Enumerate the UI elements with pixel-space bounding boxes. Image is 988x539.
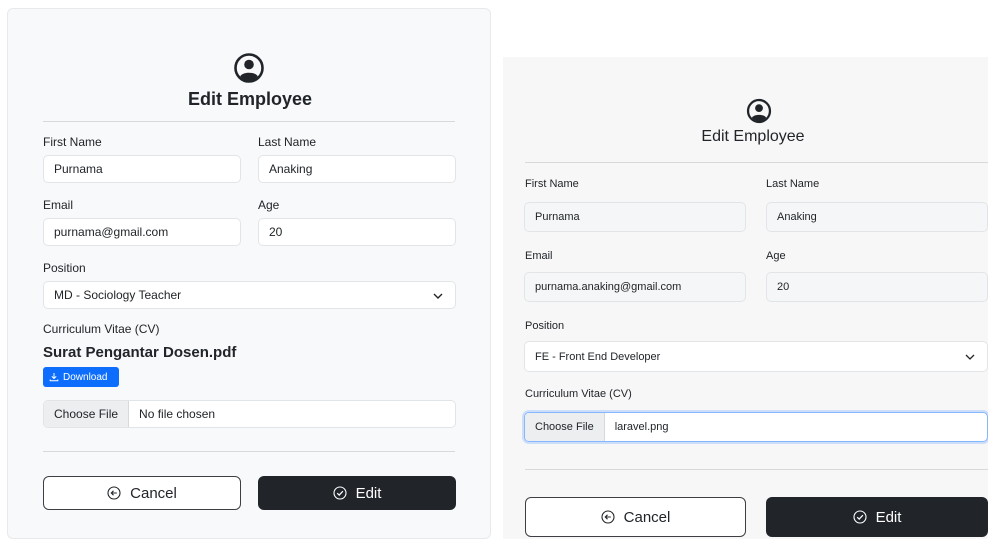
age-input[interactable]: 20 — [766, 272, 988, 302]
cv-file-input[interactable]: Choose File No file chosen — [43, 400, 456, 428]
first-name-label: First Name — [43, 135, 102, 149]
edit-button[interactable]: Edit — [766, 497, 988, 537]
position-label: Position — [525, 320, 565, 332]
age-label: Age — [766, 250, 786, 262]
page-title: Edit Employee — [701, 128, 805, 145]
edit-label: Edit — [355, 484, 382, 502]
first-name-input[interactable]: Purnama — [43, 155, 241, 183]
edit-employee-form-left: Edit Employee First Name Last Name Purna… — [7, 8, 491, 539]
file-status-text: laravel.png — [614, 421, 669, 433]
position-label: Position — [43, 261, 86, 275]
check-circle-icon — [333, 486, 347, 500]
last-name-input[interactable]: Anaking — [766, 202, 988, 232]
edit-label: Edit — [875, 508, 902, 526]
chevron-down-icon — [433, 288, 443, 302]
choose-file-button[interactable]: Choose File — [525, 413, 605, 441]
divider — [525, 469, 988, 470]
first-name-label: First Name — [525, 178, 579, 190]
last-name-label: Last Name — [766, 178, 820, 190]
edit-employee-form-right: Edit Employee First Name Last Name Purna… — [503, 57, 988, 539]
arrow-left-circle-icon — [601, 510, 615, 524]
choose-file-button[interactable]: Choose File — [44, 401, 130, 427]
cancel-label: Cancel — [623, 508, 671, 526]
email-input[interactable]: purnama.anaking@gmail.com — [524, 272, 746, 302]
last-name-label: Last Name — [258, 135, 317, 149]
user-circle-icon — [746, 98, 772, 124]
email-input[interactable]: purnama@gmail.com — [43, 218, 241, 246]
download-icon — [49, 372, 59, 382]
age-label: Age — [258, 198, 280, 212]
position-select[interactable]: MD - Sociology Teacher — [43, 281, 456, 309]
email-label: Email — [525, 250, 553, 262]
user-circle-icon — [233, 52, 265, 84]
email-label: Email — [43, 198, 74, 212]
cv-label: Curriculum Vitae (CV) — [525, 388, 632, 400]
arrow-left-circle-icon — [107, 486, 121, 500]
age-input[interactable]: 20 — [258, 218, 456, 246]
cancel-button[interactable]: Cancel — [525, 497, 746, 537]
download-button[interactable]: Download — [43, 367, 119, 387]
divider — [525, 162, 988, 163]
chevron-down-icon — [965, 351, 975, 363]
position-selected-value: FE - Front End Developer — [535, 350, 661, 363]
cancel-label: Cancel — [130, 484, 177, 502]
page-title: Edit Employee — [187, 89, 313, 109]
cv-label: Curriculum Vitae (CV) — [43, 322, 160, 336]
check-circle-icon — [853, 510, 867, 524]
cv-file-name: Surat Pengantar Dosen.pdf — [43, 344, 237, 361]
cancel-button[interactable]: Cancel — [43, 476, 241, 510]
first-name-input[interactable]: Purnama — [524, 202, 746, 232]
divider — [43, 121, 455, 122]
cv-file-input[interactable]: Choose File laravel.png — [524, 412, 988, 442]
download-label: Download — [63, 371, 108, 383]
position-select[interactable]: FE - Front End Developer — [524, 341, 988, 372]
divider — [43, 451, 455, 452]
position-selected-value: MD - Sociology Teacher — [54, 288, 182, 302]
file-status-text: No file chosen — [139, 407, 216, 421]
edit-button[interactable]: Edit — [258, 476, 456, 510]
last-name-input[interactable]: Anaking — [258, 155, 456, 183]
